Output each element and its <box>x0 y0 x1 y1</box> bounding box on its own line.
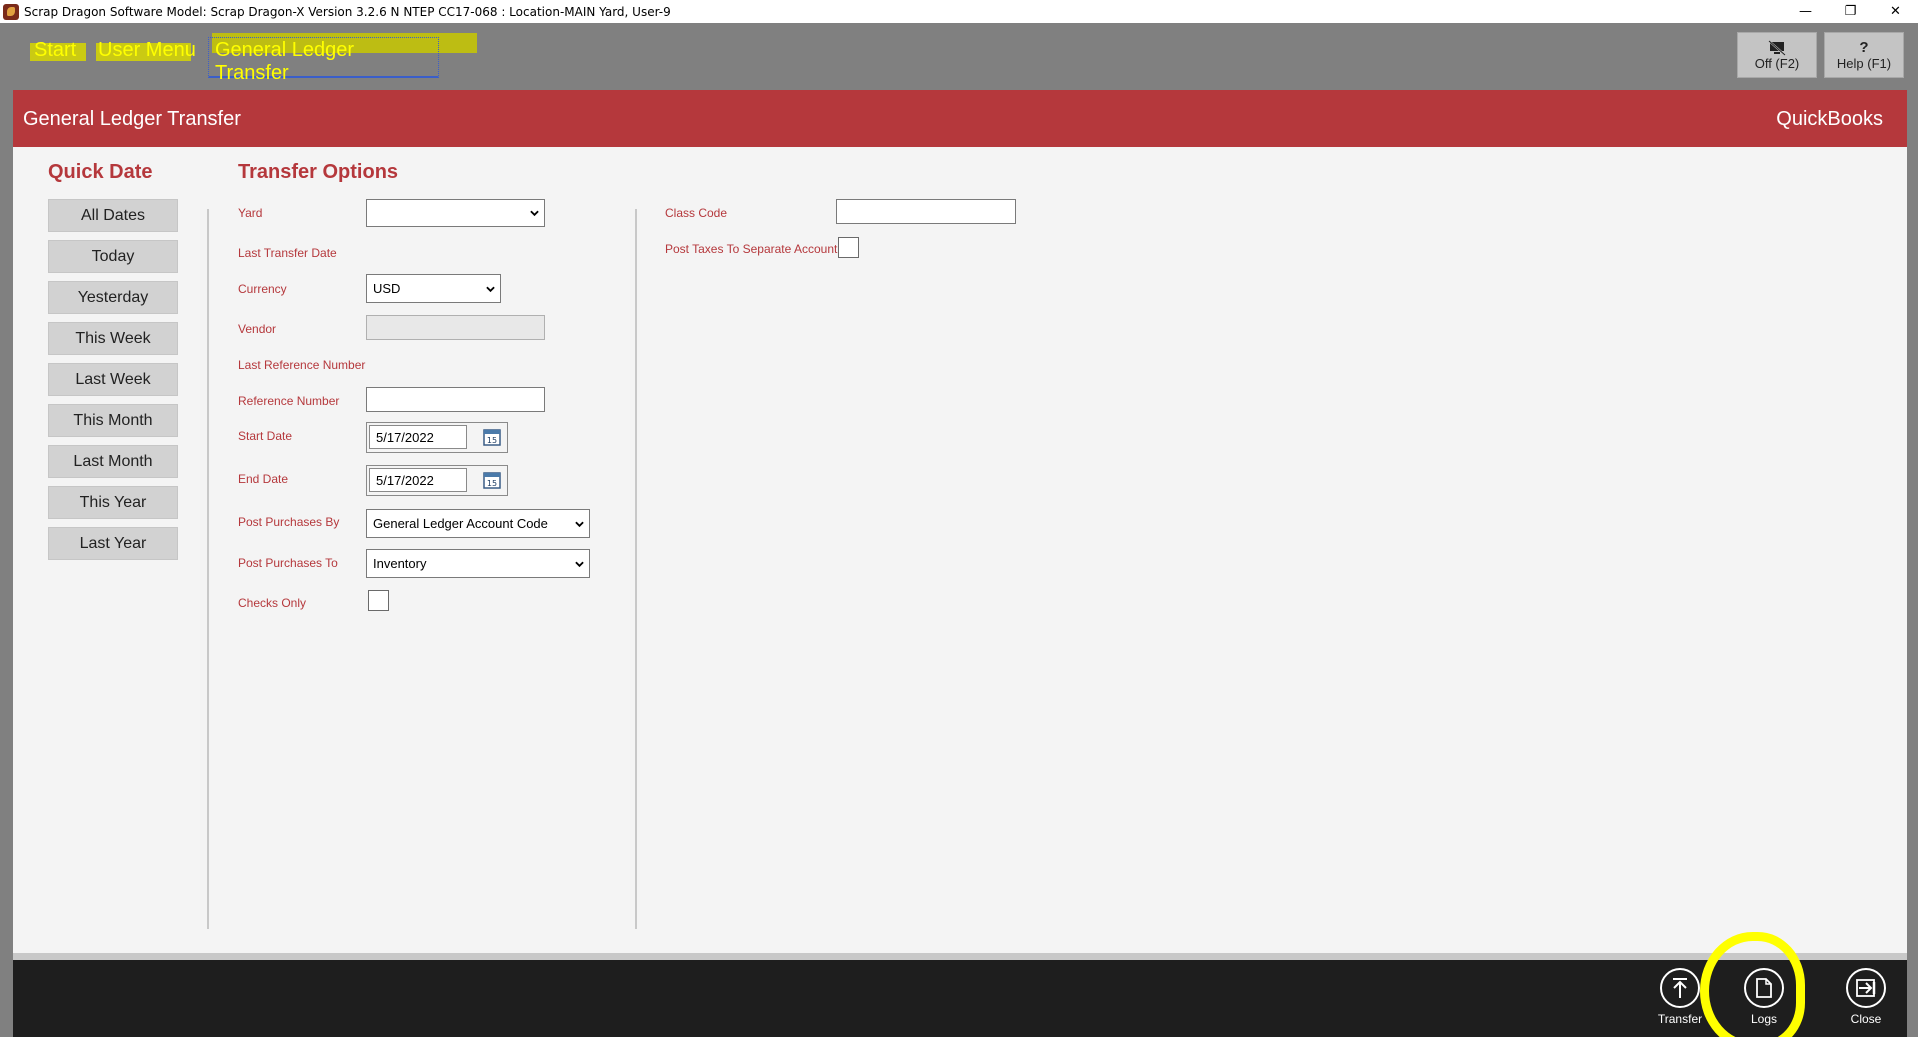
quick-date-all-dates-button[interactable]: All Dates <box>48 199 178 232</box>
exit-icon <box>1856 979 1876 997</box>
restore-button[interactable]: ❐ <box>1828 0 1873 23</box>
quick-date-this-week-button[interactable]: This Week <box>48 322 178 355</box>
page-header: General Ledger Transfer QuickBooks <box>13 90 1907 147</box>
currency-label: Currency <box>238 282 287 296</box>
yard-select[interactable] <box>366 199 545 227</box>
window-controls: — ❐ ✕ <box>1783 0 1918 23</box>
accounting-system-label: QuickBooks <box>1776 108 1883 130</box>
last-transfer-date-label: Last Transfer Date <box>238 246 337 260</box>
app-dragon-icon <box>3 3 19 20</box>
window-title: Scrap Dragon Software Model: Scrap Drago… <box>24 4 671 19</box>
yard-label: Yard <box>238 206 263 220</box>
calendar-icon[interactable]: 15 <box>483 471 501 489</box>
breadcrumb-current[interactable]: General Ledger Transfer <box>208 37 439 84</box>
currency-select[interactable]: USD <box>366 274 501 303</box>
checks-only-label: Checks Only <box>238 596 307 610</box>
quick-date-title: Quick Date <box>48 161 153 183</box>
post-purchases-to-value: Inventory <box>373 556 427 571</box>
currency-value: USD <box>373 281 401 296</box>
end-date-label: End Date <box>238 472 289 486</box>
chevron-down-icon <box>575 561 584 567</box>
logs-highlight-annotation <box>1700 932 1805 1050</box>
quick-date-last-month-button[interactable]: Last Month <box>48 445 178 478</box>
quick-date-last-year-button[interactable]: Last Year <box>48 527 178 560</box>
nav-bar: Start User Menu General Ledger Transfer … <box>0 23 1918 90</box>
transfer-button-label: Transfer <box>1657 1012 1703 1026</box>
chevron-down-icon <box>575 521 584 527</box>
quick-date-this-year-button[interactable]: This Year <box>48 486 178 519</box>
post-purchases-to-label: Post Purchases To <box>238 556 338 570</box>
off-button[interactable]: Off (F2) <box>1737 32 1817 78</box>
reference-number-label: Reference Number <box>238 394 340 408</box>
upload-arrow-icon <box>1673 978 1687 998</box>
post-taxes-checkbox[interactable] <box>838 237 859 258</box>
start-date-picker: 5/17/2022 15 <box>366 422 508 453</box>
chevron-down-icon <box>530 210 539 217</box>
checks-only-checkbox[interactable] <box>368 590 389 611</box>
post-purchases-to-select[interactable]: Inventory <box>366 549 590 578</box>
quick-date-last-week-button[interactable]: Last Week <box>48 363 178 396</box>
post-taxes-label: Post Taxes To Separate Account <box>665 242 838 256</box>
quick-date-today-button[interactable]: Today <box>48 240 178 273</box>
window-titlebar: Scrap Dragon Software Model: Scrap Drago… <box>0 0 1918 23</box>
question-icon: ? <box>1859 38 1869 56</box>
reference-number-input[interactable] <box>366 387 545 412</box>
help-button[interactable]: ? Help (F1) <box>1824 32 1904 78</box>
class-code-label: Class Code <box>665 206 728 220</box>
last-reference-number-label: Last Reference Number <box>238 358 366 372</box>
start-date-label: Start Date <box>238 429 293 443</box>
transfer-circle <box>1660 968 1700 1008</box>
post-purchases-by-value: General Ledger Account Code <box>373 516 548 531</box>
start-date-input[interactable]: 5/17/2022 <box>369 425 467 449</box>
class-code-input[interactable] <box>836 199 1016 224</box>
close-button-label: Close <box>1850 1012 1882 1026</box>
quick-date-yesterday-button[interactable]: Yesterday <box>48 281 178 314</box>
footer-separator <box>13 953 1907 960</box>
monitor-off-icon <box>1768 39 1786 56</box>
post-purchases-by-label: Post Purchases By <box>238 515 340 529</box>
svg-text:15: 15 <box>487 479 497 488</box>
breadcrumb-user-menu[interactable]: User Menu <box>98 39 196 62</box>
vendor-field[interactable] <box>366 315 545 340</box>
close-button[interactable]: Close <box>1831 968 1901 1036</box>
bottom-strip <box>0 1037 1918 1050</box>
end-date-picker: 5/17/2022 15 <box>366 465 508 496</box>
column-divider <box>635 209 637 929</box>
chevron-down-icon <box>486 286 495 292</box>
column-divider <box>207 209 209 929</box>
breadcrumb-start[interactable]: Start <box>34 39 76 62</box>
post-purchases-by-select[interactable]: General Ledger Account Code <box>366 509 590 538</box>
help-button-label: Help (F1) <box>1836 55 1892 71</box>
svg-text:15: 15 <box>487 436 497 445</box>
page-title: General Ledger Transfer <box>23 108 241 130</box>
minimize-button[interactable]: — <box>1783 0 1828 23</box>
close-circle <box>1846 968 1886 1008</box>
main-content: Quick Date All Dates Today Yesterday Thi… <box>13 147 1907 953</box>
close-window-button[interactable]: ✕ <box>1873 0 1918 23</box>
vendor-label: Vendor <box>238 322 277 336</box>
calendar-icon[interactable]: 15 <box>483 428 501 446</box>
off-button-label: Off (F2) <box>1754 55 1800 71</box>
end-date-input[interactable]: 5/17/2022 <box>369 468 467 492</box>
footer-toolbar: Transfer Logs Close <box>13 960 1907 1037</box>
transfer-options-title: Transfer Options <box>238 161 399 183</box>
quick-date-this-month-button[interactable]: This Month <box>48 404 178 437</box>
